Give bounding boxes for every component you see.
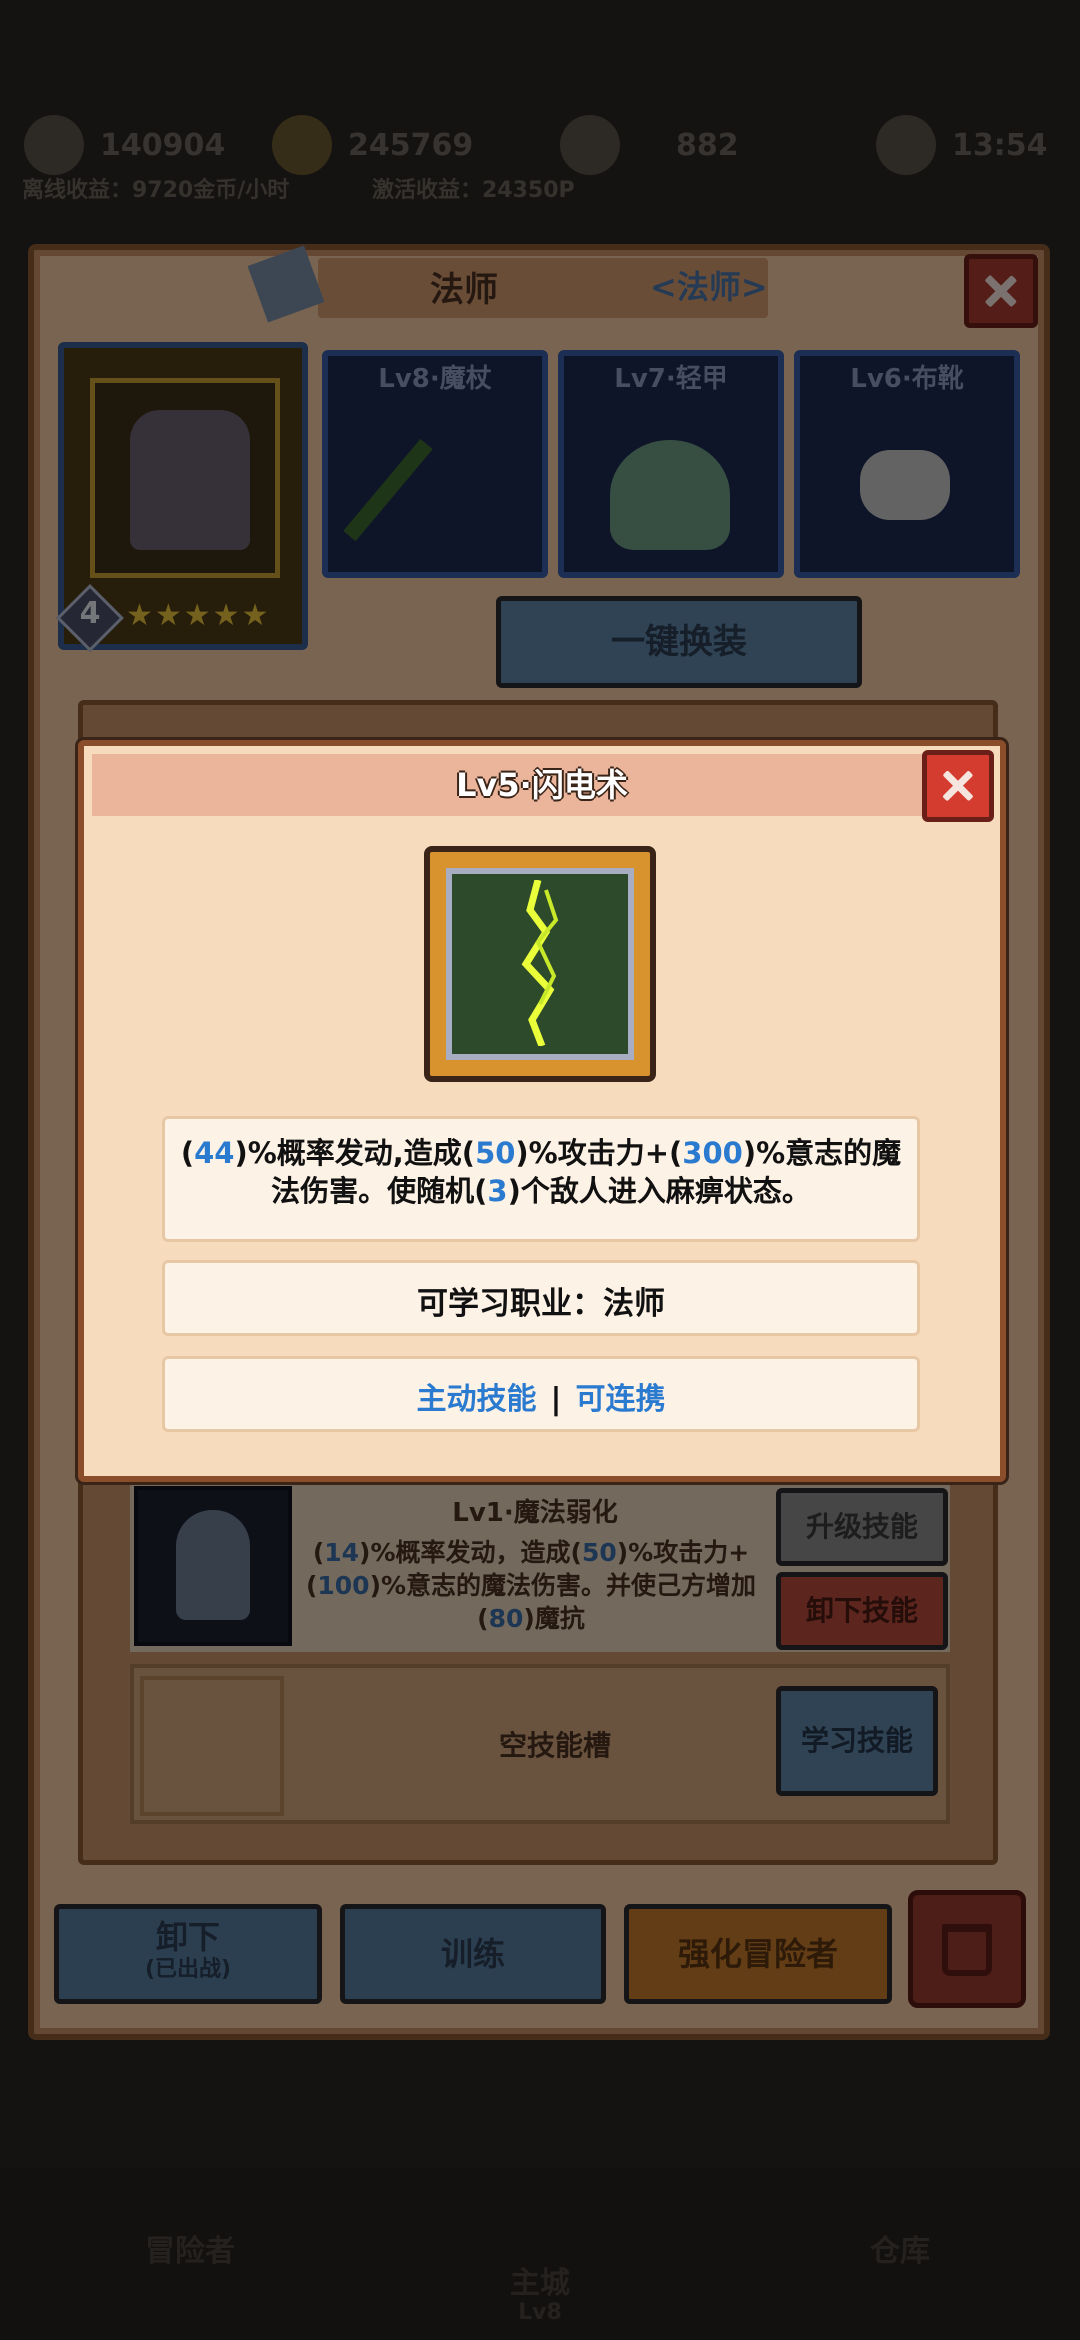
tag-active-skill: 主动技能	[416, 1382, 537, 1417]
learnable-class: 可学习职业：法师	[417, 1286, 665, 1322]
skill-tags: 主动技能 | 可连携	[162, 1374, 920, 1418]
dialog-title: Lv5·闪电术	[456, 766, 628, 804]
close-dialog-button[interactable]	[922, 750, 994, 822]
lightning-skill-icon	[521, 880, 559, 1046]
tag-combo: 可连携	[575, 1382, 666, 1417]
tag-separator: |	[550, 1382, 562, 1417]
dialog-skill-description: (44)%概率发动,造成(50)%攻击力+(300)%意志的魔法伤害。使随机(3…	[180, 1136, 902, 1208]
